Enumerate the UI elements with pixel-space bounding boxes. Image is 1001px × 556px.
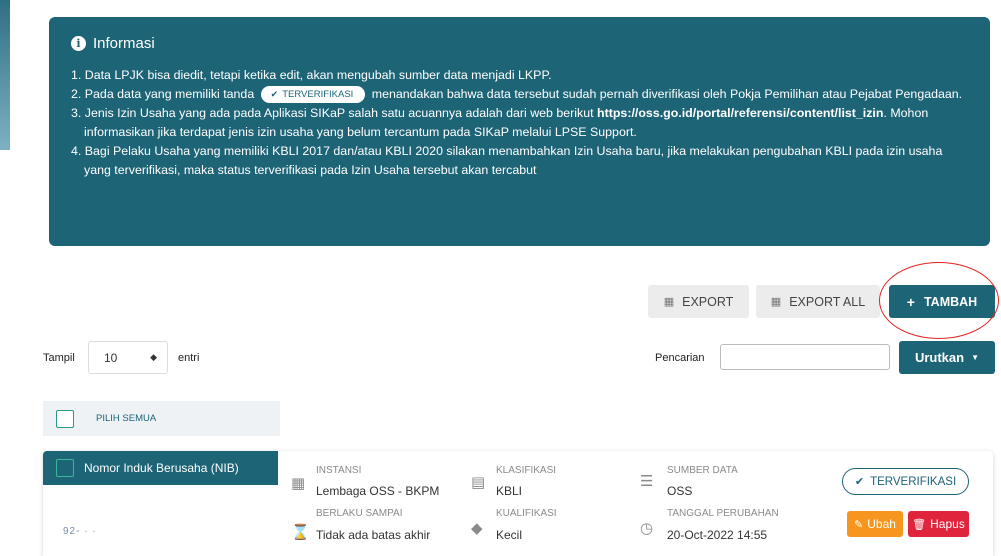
- klasifikasi-label: KLASIFIKASI: [496, 465, 557, 476]
- export-button-label: EXPORT: [682, 294, 734, 309]
- info-title-text: Informasi: [93, 35, 155, 52]
- kualifikasi-value: Kecil: [496, 528, 523, 542]
- export-all-button-label: EXPORT ALL: [789, 294, 866, 309]
- edit-button[interactable]: ✎ Ubah: [847, 511, 903, 537]
- info-item-3: 3. Jenis Izin Usaha yang ada pada Aplika…: [71, 104, 968, 142]
- document-icon: ▤: [471, 474, 486, 491]
- card-header-tab: Nomor Induk Berusaha (NIB): [43, 451, 278, 485]
- info-item-1: 1. Data LPJK bisa diedit, tetapi ketika …: [71, 68, 552, 82]
- edit-icon: ✎: [854, 518, 864, 531]
- search-label: Pencarian: [655, 352, 705, 364]
- info-item-4: 4. Bagi Pelaku Usaha yang memiliki KBLI …: [71, 144, 943, 177]
- instansi-value: Lembaga OSS - BKPM: [316, 484, 440, 498]
- info-item-3-pre: 3. Jenis Izin Usaha yang ada pada Aplika…: [71, 106, 594, 120]
- sort-button-label: Urutkan: [914, 350, 965, 365]
- verified-badge-sample-text: TERVERIFIKASI: [282, 89, 354, 100]
- add-button-label: TAMBAH: [923, 294, 978, 309]
- edit-button-label: Ubah: [867, 517, 896, 531]
- verified-status-text: TERVERIFIKASI: [870, 475, 957, 488]
- license-card: Nomor Induk Berusaha (NIB) 92- · · ▦ INS…: [43, 451, 993, 556]
- info-item-2-post: menandakan bahwa data tersebut sudah per…: [371, 87, 963, 101]
- berlaku-sampai-value: Tidak ada batas akhir: [316, 528, 431, 542]
- export-button[interactable]: ▦ EXPORT: [648, 285, 749, 318]
- search-input[interactable]: [720, 344, 890, 370]
- sort-button[interactable]: Urutkan ▼: [899, 341, 995, 374]
- select-all-label: PILIH SEMUA: [96, 413, 157, 424]
- klasifikasi-value: KBLI: [496, 484, 523, 498]
- delete-button[interactable]: 🗑 Hapus: [908, 511, 969, 537]
- entri-label: entri: [178, 352, 200, 364]
- building-icon: ▦: [291, 475, 306, 492]
- plus-icon: +: [906, 293, 915, 310]
- tampil-label: Tampil: [43, 352, 75, 364]
- page: i Informasi 1. Data LPJK bisa diedit, te…: [0, 0, 1001, 556]
- tanggal-perubahan-value: 20-Oct-2022 14:55: [667, 528, 768, 542]
- table-icon: ▦: [770, 296, 782, 308]
- berlaku-sampai-label: BERLAKU SAMPAI: [316, 508, 403, 519]
- select-arrows-icon: ◆: [150, 352, 157, 362]
- info-title: i Informasi: [71, 35, 968, 52]
- verified-badge-sample: ✔ TERVERIFIKASI: [260, 86, 366, 103]
- sumber-data-label: SUMBER DATA: [667, 465, 738, 476]
- add-button[interactable]: + TAMBAH: [889, 285, 995, 318]
- sumber-data-value: OSS: [667, 484, 693, 498]
- select-all-bar: PILIH SEMUA: [43, 401, 280, 436]
- page-size-value: 10: [104, 350, 118, 365]
- clock-icon: ◷: [640, 520, 654, 537]
- delete-button-label: Hapus: [930, 517, 965, 531]
- nib-value: 92- · ·: [63, 526, 97, 537]
- check-icon: ✔: [854, 476, 865, 488]
- info-list: 1. Data LPJK bisa diedit, tetapi ketika …: [71, 66, 968, 180]
- hourglass-icon: ⌛: [291, 524, 310, 541]
- database-icon: ☰: [640, 473, 654, 490]
- tanggal-perubahan-label: TANGGAL PERUBAHAN: [667, 508, 779, 519]
- info-icon: i: [71, 36, 86, 51]
- kualifikasi-label: KUALIFIKASI: [496, 508, 557, 519]
- caret-down-icon: ▼: [971, 353, 980, 362]
- row-checkbox[interactable]: [56, 459, 74, 477]
- nib-label: Nomor Induk Berusaha (NIB): [84, 461, 239, 475]
- trash-icon: 🗑: [912, 518, 927, 531]
- page-size-select[interactable]: 10 ◆: [88, 341, 168, 374]
- table-icon: ▦: [663, 296, 675, 308]
- check-icon: ✔: [270, 89, 279, 99]
- verified-status-badge: ✔ TERVERIFIKASI: [842, 468, 969, 495]
- tag-icon: ◆: [471, 520, 483, 537]
- export-all-button[interactable]: ▦ EXPORT ALL: [756, 285, 880, 318]
- info-item-2: 2. Pada data yang memiliki tanda ✔ TERVER…: [71, 85, 968, 104]
- select-all-checkbox[interactable]: [56, 409, 74, 428]
- instansi-label: INSTANSI: [316, 465, 362, 476]
- info-item-2-pre: 2. Pada data yang memiliki tanda: [71, 87, 255, 101]
- oss-link[interactable]: https://oss.go.id/portal/referensi/conte…: [597, 106, 883, 120]
- info-panel: i Informasi 1. Data LPJK bisa diedit, te…: [49, 17, 990, 246]
- sidebar-edge: [0, 0, 10, 150]
